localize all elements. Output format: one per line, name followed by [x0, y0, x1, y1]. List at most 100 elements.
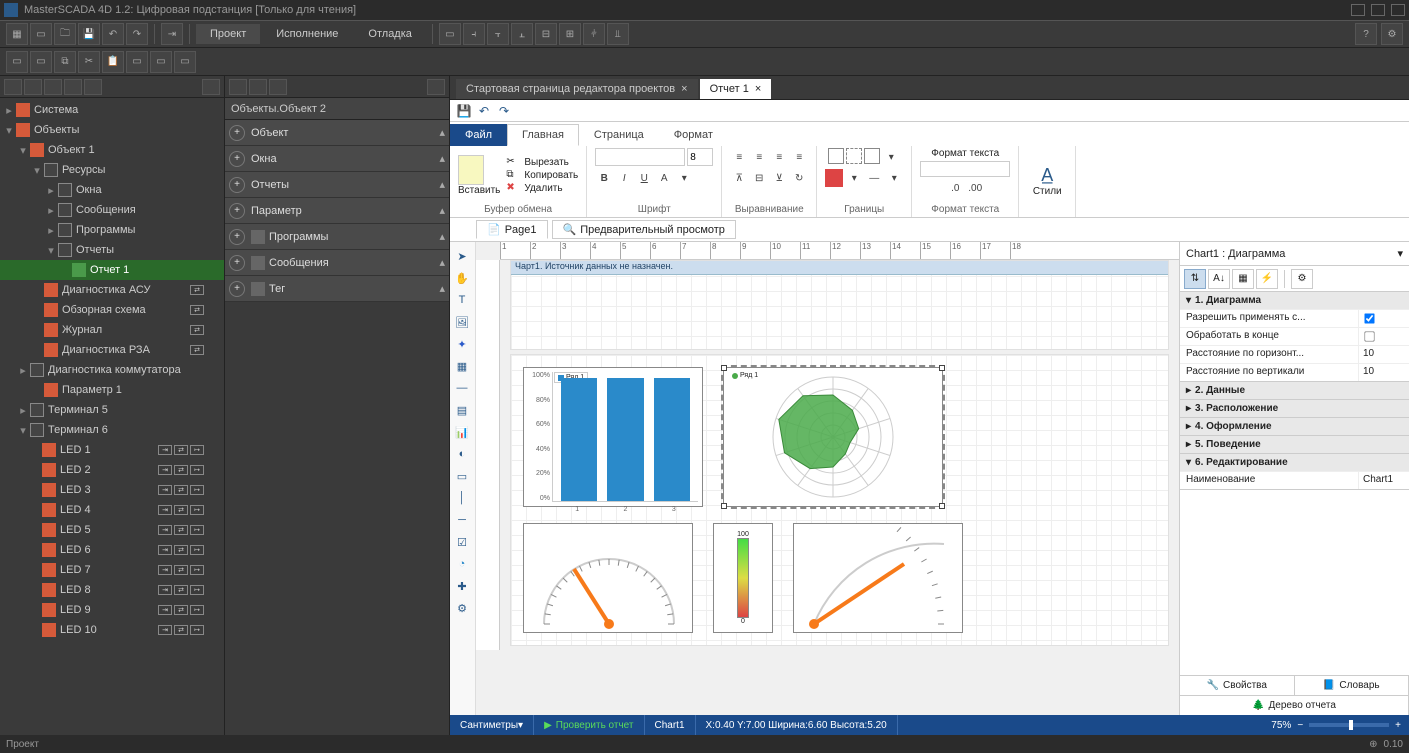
tree-tool-right[interactable]	[202, 79, 220, 95]
ribbon-tab-format[interactable]: Формат	[659, 124, 728, 146]
align-icon-3[interactable]: ⫟	[487, 23, 509, 45]
text-tool[interactable]: T	[452, 290, 472, 310]
zoom-slider[interactable]	[1309, 723, 1389, 727]
prop-section-data[interactable]: ▸2. Данные	[1180, 382, 1409, 399]
align-icon-2[interactable]: ⫞	[463, 23, 485, 45]
cat-object[interactable]: +Объект▴	[225, 120, 449, 146]
paste-icon[interactable]: 📋	[102, 51, 124, 73]
page-tab-page1[interactable]: 📄Page1	[476, 220, 548, 239]
linear-gauge[interactable]: 100 0	[713, 523, 773, 633]
border-outer-button[interactable]	[864, 148, 880, 164]
text-format-input[interactable]	[920, 161, 1010, 177]
tree-led10[interactable]: LED 10⇥⇄↦	[0, 620, 224, 640]
prop-events[interactable]: ⚡	[1256, 269, 1278, 289]
prop-allow-apply[interactable]: Разрешить применять с...	[1180, 309, 1409, 327]
tree-reports-folder[interactable]: ▾Отчеты	[0, 240, 224, 260]
tab-debug[interactable]: Отладка	[354, 24, 425, 44]
rotate-button[interactable]: ↻	[790, 169, 808, 187]
prop-process-end[interactable]: Обработать в конце	[1180, 327, 1409, 345]
border-style-button[interactable]: —	[865, 169, 883, 187]
status-zoom-icon[interactable]: ⊕	[1369, 739, 1377, 750]
prop-end-checkbox[interactable]	[1364, 331, 1374, 341]
tab-project[interactable]: Проект	[196, 24, 260, 44]
tab-dictionary[interactable]: 📘Словарь	[1295, 676, 1409, 695]
minimize-button[interactable]	[1351, 4, 1365, 16]
save-icon[interactable]: 💾	[456, 103, 472, 119]
tree-collapse-icon[interactable]: ⇥	[161, 23, 183, 45]
delete-button[interactable]: ✖Удалить	[506, 182, 578, 194]
border-none-button[interactable]	[846, 148, 862, 164]
tree-led7[interactable]: LED 7⇥⇄↦	[0, 560, 224, 580]
tree-programs[interactable]: ▸Программы	[0, 220, 224, 240]
mid-tool-2[interactable]	[249, 79, 267, 95]
align-center-button[interactable]: ≡	[750, 148, 768, 166]
prop-view-grid[interactable]: ▦	[1232, 269, 1254, 289]
copy-button[interactable]: ⧉Копировать	[506, 169, 578, 181]
cat-windows[interactable]: +Окна▴	[225, 146, 449, 172]
gear-tool[interactable]: ⚙	[452, 598, 472, 618]
font-color-button[interactable]: A	[655, 169, 673, 187]
cut-icon[interactable]: ✂	[78, 51, 100, 73]
sec-btn-6[interactable]: ▭	[126, 51, 148, 73]
tree-report1[interactable]: Отчет 1	[0, 260, 224, 280]
border-width-button[interactable]: ▾	[885, 169, 903, 187]
tree-led3[interactable]: LED 3⇥⇄↦	[0, 480, 224, 500]
mid-tool-r[interactable]	[427, 79, 445, 95]
tree-led5[interactable]: LED 5⇥⇄↦	[0, 520, 224, 540]
prop-allow-checkbox[interactable]	[1364, 313, 1374, 323]
paste-icon[interactable]	[458, 155, 484, 185]
tree-led2[interactable]: LED 2⇥⇄↦	[0, 460, 224, 480]
align-icon-7[interactable]: ⫩	[583, 23, 605, 45]
report-chart-band[interactable]: Ряд 1 100%80%60%40%20%0% 123 Ряд 1	[510, 354, 1169, 646]
tree-param1[interactable]: Параметр 1	[0, 380, 224, 400]
tree-objects[interactable]: ▾Объекты	[0, 120, 224, 140]
tab-report-tree[interactable]: 🌲Дерево отчета	[1180, 695, 1409, 715]
tree-tool-1[interactable]	[4, 79, 22, 95]
hline-tool[interactable]: ─	[452, 510, 472, 530]
design-canvas[interactable]: 123456789101112131415161718 Чарт1. Источ…	[476, 242, 1179, 715]
hand-tool[interactable]: ✋	[452, 268, 472, 288]
project-tree[interactable]: ▸Система ▾Объекты ▾Объект 1 ▾Ресурсы ▸Ок…	[0, 98, 224, 735]
line-tool[interactable]: —	[452, 378, 472, 398]
border-all-button[interactable]	[828, 148, 844, 164]
sec-btn-1[interactable]: ▭	[6, 51, 28, 73]
italic-button[interactable]: I	[615, 169, 633, 187]
tree-led1[interactable]: LED 1⇥⇄↦	[0, 440, 224, 460]
tree-resources[interactable]: ▾Ресурсы	[0, 160, 224, 180]
status-check-report[interactable]: ▶Проверить отчет	[534, 715, 644, 735]
align-icon-1[interactable]: ▭	[439, 23, 461, 45]
bar-chart[interactable]: Ряд 1 100%80%60%40%20%0% 123	[523, 367, 703, 507]
format-btn-1[interactable]: .0	[946, 179, 964, 197]
align-left-button[interactable]: ≡	[730, 148, 748, 166]
gauge-quarter[interactable]	[793, 523, 963, 633]
tree-terminal6[interactable]: ▾Терминал 6	[0, 420, 224, 440]
tree-terminal5[interactable]: ▸Терминал 5	[0, 400, 224, 420]
font-size-input[interactable]	[687, 148, 713, 166]
bold-button[interactable]: B	[595, 169, 613, 187]
open-icon[interactable]: ▭	[30, 23, 52, 45]
close-icon[interactable]: ×	[755, 83, 761, 95]
tree-tool-2[interactable]	[24, 79, 42, 95]
tree-tool-5[interactable]	[84, 79, 102, 95]
tree-tool-4[interactable]	[64, 79, 82, 95]
expand-icon[interactable]: +	[229, 125, 245, 141]
settings-icon[interactable]: ⚙	[1381, 23, 1403, 45]
mid-tool-3[interactable]	[269, 79, 287, 95]
image-tool[interactable]: 🖼	[452, 312, 472, 332]
cat-messages[interactable]: +Сообщения▴	[225, 250, 449, 276]
prop-section-appearance[interactable]: ▸4. Оформление	[1180, 418, 1409, 435]
redo-icon[interactable]: ↷	[126, 23, 148, 45]
ribbon-tab-page[interactable]: Страница	[579, 124, 659, 146]
align-icon-8[interactable]: ⫫	[607, 23, 629, 45]
tree-led4[interactable]: LED 4⇥⇄↦	[0, 500, 224, 520]
pointer-tool[interactable]: ➤	[452, 246, 472, 266]
redo-icon[interactable]: ↷	[496, 103, 512, 119]
sec-btn-2[interactable]: ▭	[30, 51, 52, 73]
cat-parameter[interactable]: +Параметр▴	[225, 198, 449, 224]
tree-led8[interactable]: LED 8⇥⇄↦	[0, 580, 224, 600]
folder-icon[interactable]: 🗀	[54, 23, 76, 45]
cat-programs[interactable]: +Программы▴	[225, 224, 449, 250]
prop-section-layout[interactable]: ▸3. Расположение	[1180, 400, 1409, 417]
checkbox-tool[interactable]: ☑	[452, 532, 472, 552]
gauge-semicircle[interactable]	[523, 523, 693, 633]
